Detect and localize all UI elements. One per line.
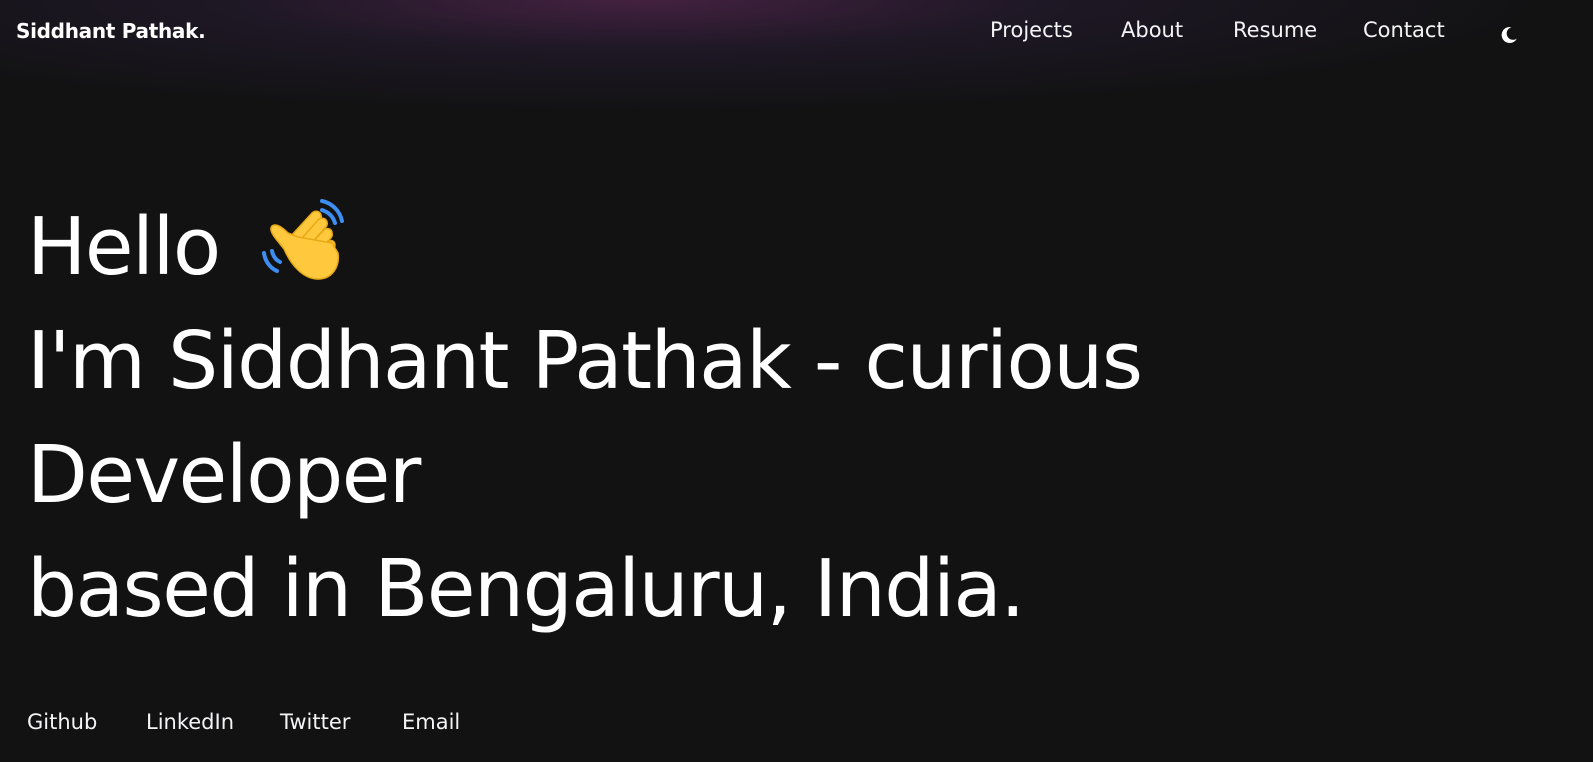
hero-line-location: based in Bengaluru, India. <box>27 543 1025 635</box>
social-link-email[interactable]: Email <box>402 710 460 734</box>
moon-icon <box>1501 26 1517 43</box>
waving-hand-icon <box>258 193 358 293</box>
theme-toggle-button[interactable] <box>1498 24 1520 46</box>
social-link-twitter[interactable]: Twitter <box>280 710 350 734</box>
nav-link-contact[interactable]: Contact <box>1363 18 1445 42</box>
page: Siddhant Pathak. Projects About Resume C… <box>0 0 1593 762</box>
hero-line-intro: I'm Siddhant Pathak - curious <box>27 315 1143 407</box>
social-link-github[interactable]: Github <box>27 710 97 734</box>
greeting-heading: Hello <box>27 201 221 293</box>
greeting-row: Hello <box>27 190 1227 304</box>
nav-link-projects[interactable]: Projects <box>990 18 1073 42</box>
hero-line-role: Developer <box>27 429 421 521</box>
social-link-linkedin[interactable]: LinkedIn <box>146 710 234 734</box>
brand-logo-link[interactable]: Siddhant Pathak. <box>16 19 206 43</box>
navbar: Siddhant Pathak. Projects About Resume C… <box>0 0 1593 68</box>
hero-section: Hello I'm Siddhant Pathak - curious Deve… <box>27 190 1227 646</box>
nav-link-resume[interactable]: Resume <box>1233 18 1317 42</box>
nav-link-about[interactable]: About <box>1121 18 1183 42</box>
